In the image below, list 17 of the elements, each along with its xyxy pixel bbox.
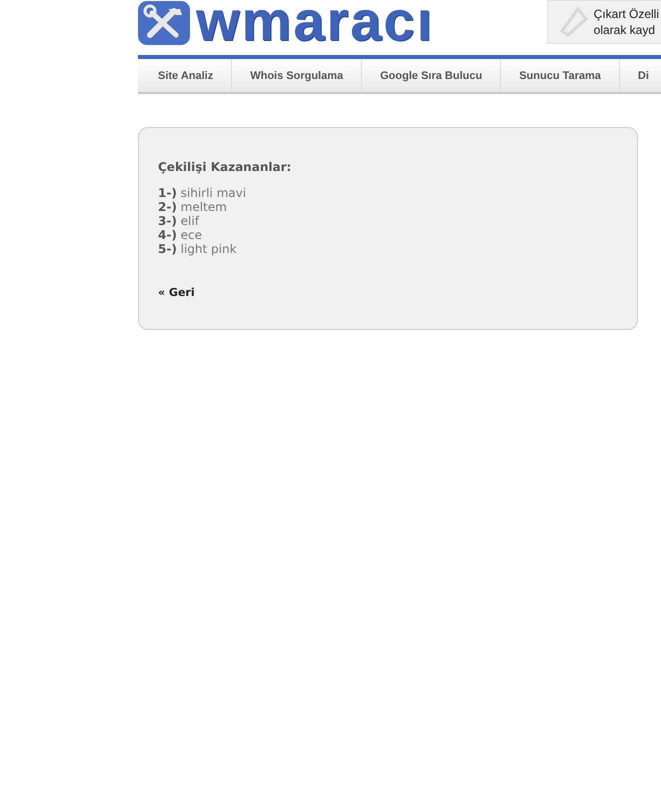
nav-tab[interactable]: Site Analiz — [138, 59, 232, 92]
nav-tab[interactable]: Google Sıra Bulucu — [362, 59, 502, 92]
nav-tab[interactable]: Whois Sorgulama — [232, 59, 362, 92]
back-link[interactable]: « Geri — [158, 286, 618, 299]
ad-text: Çıkart Özelli — [594, 6, 659, 22]
tools-icon — [138, 1, 190, 45]
site-logo[interactable]: wmaracı — [196, 0, 434, 47]
section-title: Çekilişi Kazananlar: — [158, 160, 292, 174]
winner-entry: 4-) ece — [158, 228, 204, 242]
nav-tab[interactable]: Di — [620, 59, 651, 92]
ad-banner[interactable]: Çıkart Özelli olarak kayd — [546, 0, 661, 44]
ad-text: olarak kayd — [594, 22, 656, 38]
nav-tab[interactable]: Sunucu Tarama — [501, 59, 620, 92]
winner-entry: 2-) meltem — [158, 200, 228, 214]
winner-entry: 1-) sihirli mavi — [158, 186, 248, 200]
winner-entry: 3-) elif — [158, 214, 200, 228]
winner-entry: 5-) light pink — [158, 242, 238, 256]
